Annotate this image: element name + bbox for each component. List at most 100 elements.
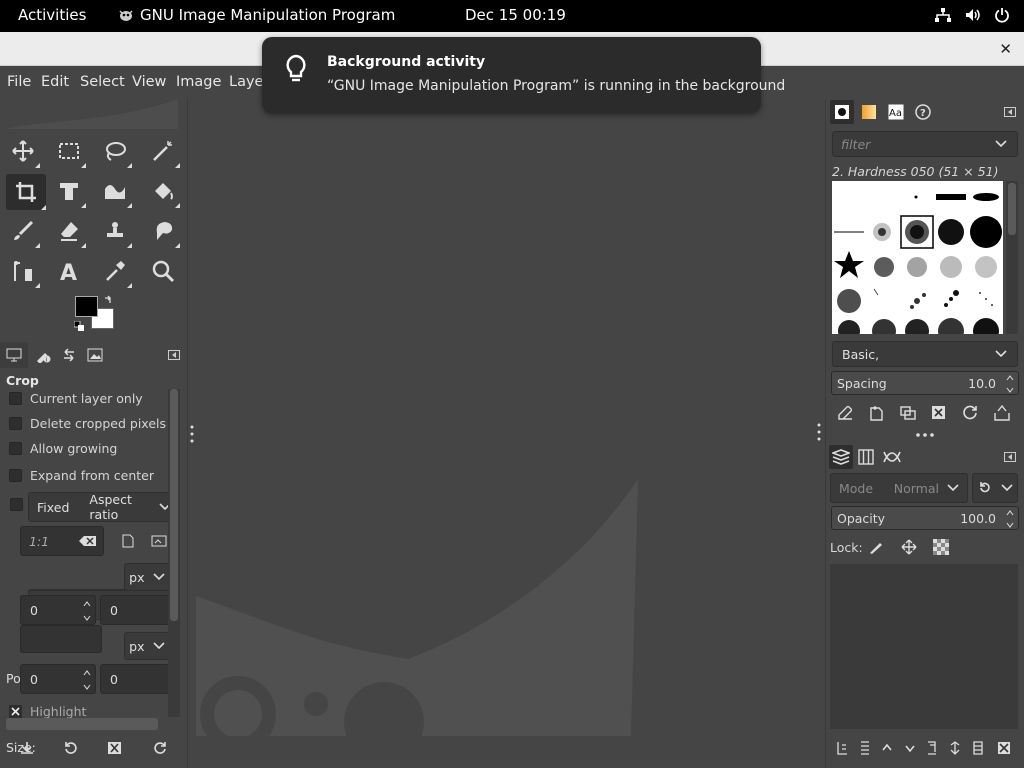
brush-grid-scrollbar[interactable] <box>1006 181 1018 334</box>
lock-alpha-icon[interactable] <box>933 539 949 555</box>
dock-separator-handle[interactable] <box>915 432 935 438</box>
checkbox[interactable] <box>9 442 22 455</box>
checkbox[interactable] <box>9 392 22 405</box>
tab-images[interactable] <box>82 342 108 368</box>
current-layer-only-option[interactable]: Current layer only <box>9 391 143 406</box>
spin-arrows-icon[interactable] <box>83 600 91 622</box>
tab-brushes[interactable] <box>830 100 854 124</box>
activities-button[interactable]: Activities <box>18 6 86 24</box>
brush-tag-select[interactable]: Basic, <box>832 341 1018 367</box>
swap-colors-icon[interactable] <box>103 295 113 305</box>
refresh-brushes-icon[interactable] <box>963 405 978 420</box>
lock-position-icon[interactable] <box>901 539 917 555</box>
new-brush-icon[interactable] <box>869 405 883 421</box>
crop-tool[interactable] <box>6 174 46 210</box>
position-unit-select[interactable]: px <box>124 563 170 591</box>
tab-channels[interactable] <box>854 445 878 469</box>
warp-transform-tool[interactable] <box>98 174 132 208</box>
ratio-field[interactable] <box>20 625 102 653</box>
brush-filter-input[interactable]: filter <box>832 131 1018 157</box>
color-picker-tool[interactable] <box>98 254 132 288</box>
anchor-layer-icon[interactable] <box>949 741 961 755</box>
close-icon[interactable]: ✕ <box>999 40 1012 58</box>
scrollbar-thumb[interactable] <box>1008 183 1016 235</box>
zoom-tool[interactable] <box>146 254 180 288</box>
lock-pixels-icon[interactable] <box>869 540 883 554</box>
expand-center-option[interactable]: Expand from center <box>9 468 154 483</box>
tab-help[interactable]: ? <box>911 100 935 124</box>
position-y-input[interactable]: 0 <box>100 595 170 625</box>
delete-layer-icon[interactable] <box>997 741 1011 755</box>
new-layer-icon[interactable] <box>859 741 871 755</box>
raise-layer-icon[interactable] <box>882 743 892 751</box>
clone-tool[interactable] <box>98 214 132 248</box>
delete-brush-icon[interactable] <box>931 405 946 420</box>
scrollbar-thumb[interactable] <box>170 389 178 621</box>
paths-tool[interactable] <box>6 254 40 288</box>
save-tool-preset-icon[interactable] <box>20 741 34 755</box>
size-height-input[interactable]: 0 <box>100 664 170 694</box>
menu-file[interactable]: File <box>7 74 31 90</box>
lower-layer-icon[interactable] <box>905 745 915 753</box>
volume-icon[interactable] <box>964 7 982 23</box>
clock[interactable]: Dec 15 00:19 <box>465 6 566 24</box>
layer-mode-select[interactable]: Mode Normal <box>830 473 968 503</box>
foreground-color-swatch[interactable] <box>75 296 98 317</box>
size-width-input[interactable]: 0 <box>20 664 96 694</box>
layers-list[interactable] <box>830 564 1018 729</box>
tab-menu-icon[interactable] <box>168 350 180 360</box>
clear-field-icon[interactable] <box>79 535 97 547</box>
fg-bg-colors[interactable] <box>74 295 116 333</box>
tab-device-status[interactable]: i <box>30 342 56 368</box>
left-dock-handle[interactable] <box>190 424 194 444</box>
menu-select[interactable]: Select <box>80 74 125 90</box>
landscape-icon[interactable] <box>151 535 167 547</box>
app-menu[interactable]: GNU Image Manipulation Program <box>118 6 395 24</box>
spacing-slider[interactable]: Spacing 10.0 <box>831 371 1019 395</box>
duplicate-layer-icon[interactable] <box>926 741 938 755</box>
default-colors-icon[interactable] <box>74 321 85 332</box>
open-brush-as-image-icon[interactable] <box>994 405 1010 421</box>
opacity-slider[interactable]: Opacity 100.0 <box>831 506 1019 530</box>
power-icon[interactable] <box>994 7 1010 23</box>
system-tray[interactable] <box>934 7 1010 23</box>
tab-gradients[interactable] <box>857 100 881 124</box>
composite-mode-select[interactable] <box>972 473 1018 503</box>
highlight-option[interactable]: Highlight <box>9 704 86 719</box>
tab-menu-icon[interactable] <box>1004 107 1016 117</box>
fixed-aspect-dropdown[interactable]: Fixed Aspect ratio <box>28 492 170 522</box>
tab-layers[interactable] <box>829 445 853 469</box>
layer-mask-icon[interactable] <box>972 741 984 755</box>
paintbrush-tool[interactable] <box>6 214 40 248</box>
duplicate-brush-icon[interactable] <box>900 406 916 420</box>
position-x-input[interactable]: 0 <box>20 595 96 625</box>
menu-view[interactable]: View <box>132 74 166 90</box>
menu-image[interactable]: Image <box>176 74 221 90</box>
ratio-input[interactable]: 1:1 <box>20 526 104 556</box>
checkbox[interactable] <box>9 417 22 430</box>
tab-fonts[interactable]: Aa <box>884 100 908 124</box>
checked-checkbox-icon[interactable] <box>9 705 22 718</box>
options-scrollbar[interactable] <box>168 389 180 717</box>
spin-arrows-icon[interactable] <box>83 669 91 691</box>
image-canvas-area[interactable] <box>188 99 825 768</box>
tab-tool-options[interactable] <box>0 342 28 368</box>
move-tool[interactable] <box>6 134 40 168</box>
unified-transform-tool[interactable] <box>52 174 86 208</box>
delete-preset-icon[interactable] <box>107 741 122 755</box>
fuzzy-select-tool[interactable] <box>146 134 180 168</box>
portrait-icon[interactable] <box>122 534 134 548</box>
bucket-fill-tool[interactable] <box>146 174 180 208</box>
fixed-checkbox[interactable] <box>10 498 23 511</box>
rect-select-tool[interactable] <box>52 134 86 168</box>
tab-undo-history[interactable] <box>56 342 82 368</box>
lasso-tool[interactable] <box>98 134 132 168</box>
menu-edit[interactable]: Edit <box>41 74 69 90</box>
spin-arrows-icon[interactable] <box>1006 374 1014 394</box>
tab-paths[interactable] <box>880 445 904 469</box>
restore-preset-icon[interactable] <box>63 741 79 755</box>
delete-cropped-option[interactable]: Delete cropped pixels <box>9 416 166 431</box>
network-icon[interactable] <box>934 7 952 23</box>
background-activity-notification[interactable]: Background activity “GNU Image Manipulat… <box>262 37 785 113</box>
edit-brush-icon[interactable] <box>838 406 852 420</box>
